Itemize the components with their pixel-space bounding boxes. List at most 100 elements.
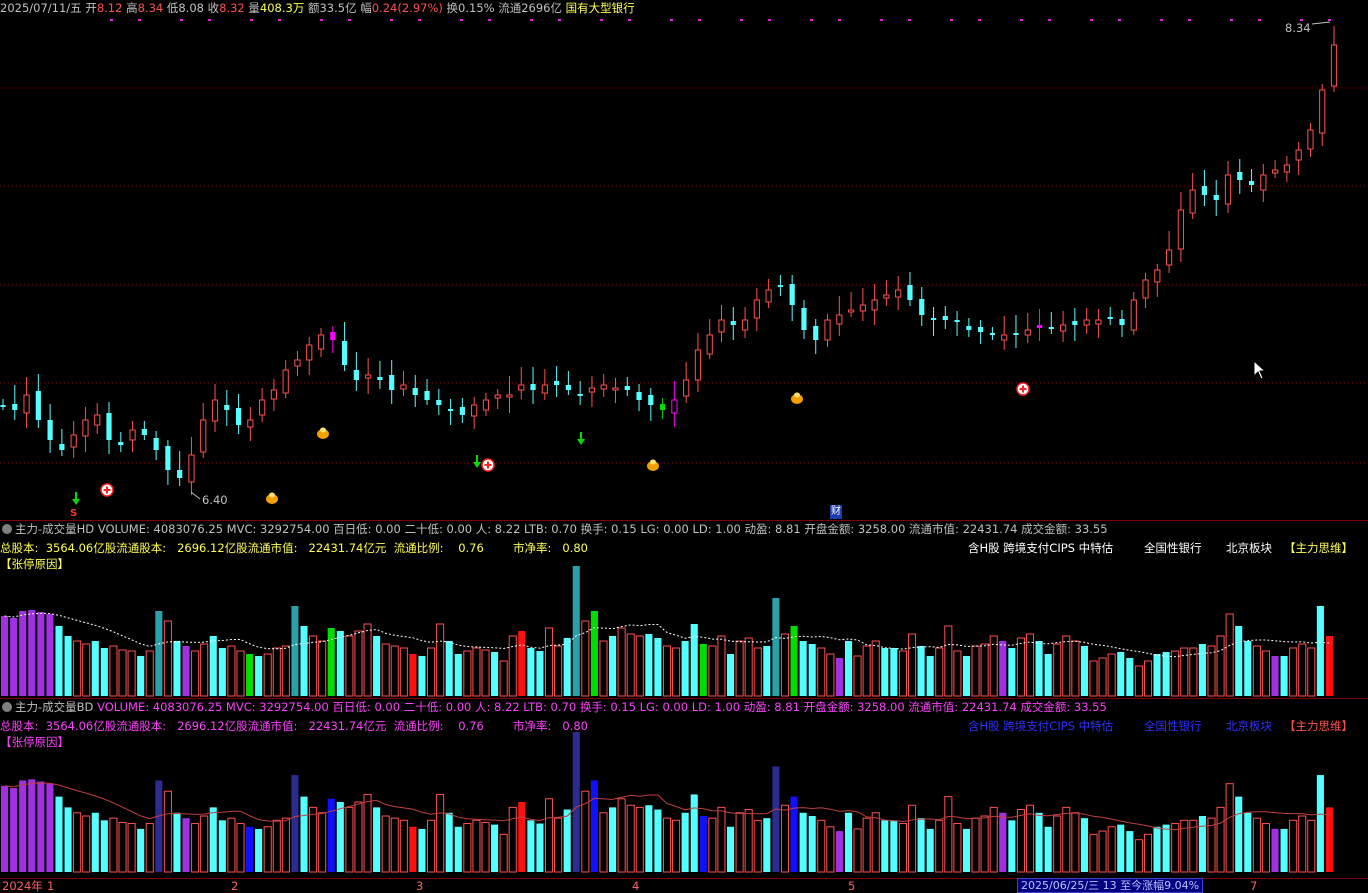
low-price-marker: 6.40 [202, 493, 228, 507]
volume-bar [1062, 806, 1071, 873]
volume-bar [427, 819, 436, 873]
buy-arrow-icon [72, 499, 80, 505]
panel2-header: 主力-成交量BD VOLUME: 4083076.25 MVC: 3292754… [0, 700, 1107, 714]
panel2-tag-concepts[interactable]: 含H股 跨境支付CIPS 中特估 [968, 719, 1113, 733]
volume-bar [962, 656, 971, 696]
candle-body [588, 387, 596, 393]
volume-bar [109, 645, 118, 697]
volume-bar [1071, 812, 1080, 873]
panel1-name[interactable]: 主力-成交量HD [15, 522, 94, 536]
volume-bar [281, 645, 290, 697]
candle-body [94, 414, 101, 426]
candle-body [871, 299, 878, 311]
volume-bar [862, 817, 871, 873]
panel2-tag-beijing[interactable]: 北京板块 [1226, 719, 1272, 733]
candle-body [1083, 319, 1090, 326]
event-s-marker[interactable]: S [70, 507, 77, 521]
kline-chart[interactable] [0, 0, 1368, 892]
candle-body [966, 326, 972, 330]
candle-body [224, 405, 230, 410]
candle-body [530, 384, 536, 390]
candle-body [1260, 174, 1267, 191]
volume-bar [236, 823, 245, 873]
volume-bar [835, 658, 843, 696]
volume-bar [10, 788, 18, 872]
volume-bar [662, 817, 672, 873]
candle-body [907, 285, 913, 300]
low-marker-line [190, 491, 201, 500]
candle-body [1295, 149, 1302, 161]
volume-bar [472, 819, 481, 873]
panel1-tag-beijing[interactable]: 北京板块 [1226, 541, 1272, 555]
candle-body [1319, 89, 1326, 134]
volume-bar [272, 819, 281, 873]
volume-bar [999, 641, 1007, 696]
signal-dot [740, 19, 743, 21]
volume-bar [1162, 824, 1170, 872]
volume-bar [91, 812, 99, 872]
volume-bar [744, 637, 753, 697]
volume-bar [1089, 660, 1098, 697]
volume-bar [518, 802, 526, 872]
candle-body [765, 289, 772, 303]
volume-bar [491, 824, 499, 872]
volume-bar [1044, 826, 1052, 872]
event-finance-marker[interactable]: 财 [830, 505, 842, 519]
volume-bar [155, 780, 163, 872]
volume-bar [572, 732, 580, 872]
volume-bar [109, 817, 118, 873]
candle-body [353, 370, 359, 380]
signal-dot [110, 19, 113, 21]
volume-bar [1025, 804, 1035, 873]
candle-body [1024, 329, 1031, 336]
candle-body [341, 341, 348, 365]
volume-bar [55, 626, 63, 696]
candle-body [259, 399, 266, 416]
volume-bar [281, 817, 290, 873]
candle-body [1095, 319, 1102, 325]
volume-bar [1307, 647, 1316, 697]
volume-bar [28, 610, 36, 696]
volume-bar [971, 817, 980, 873]
volume-bar [409, 654, 417, 696]
candle-body [317, 334, 325, 350]
volume-bar [82, 643, 91, 697]
panel2-toggle-icon[interactable] [2, 702, 12, 712]
volume-bar [499, 833, 508, 873]
volume-bar [436, 793, 445, 873]
volume-bar [200, 643, 209, 697]
panel1-toggle-icon[interactable] [2, 524, 12, 534]
volume-bar [300, 796, 308, 872]
panel2-tag-bank[interactable]: 全国性银行 [1144, 719, 1202, 733]
candle-body [282, 369, 289, 394]
panel1-tag-main[interactable]: 【主力思维】 [1284, 541, 1353, 555]
volume-bar [73, 640, 82, 697]
candle-body [365, 374, 372, 379]
candle-body [294, 359, 301, 367]
volume-bar [363, 623, 372, 697]
panel1-stats: VOLUME: 4083076.25 MVC: 3292754.00 百日低: … [97, 522, 1108, 536]
candle-body [660, 404, 666, 410]
panel1-tag-bank[interactable]: 全国性银行 [1144, 541, 1202, 555]
buy-arrow-icon [473, 462, 481, 468]
panel1-tag-concepts[interactable]: 含H股 跨境支付CIPS 中特估 [968, 541, 1113, 555]
volume-bar [826, 653, 835, 697]
volume-bar [209, 807, 217, 872]
volume-bar [1189, 647, 1198, 697]
panel2-tag-main[interactable]: 【主力思维】 [1284, 719, 1353, 733]
candle-body [989, 333, 996, 335]
candle-body [541, 384, 548, 394]
volume-bar [100, 820, 108, 872]
candle-body [671, 399, 678, 414]
panel2-name[interactable]: 主力-成交量BD [15, 700, 93, 714]
volume-bar [544, 627, 554, 697]
signal-dot [180, 19, 183, 21]
panel1-info: 总股本: 3564.06亿股流通股本: 2696.12亿股流通市值: 22431… [0, 541, 588, 555]
volume-bar [898, 650, 907, 697]
volume-bar [73, 812, 82, 873]
signal-dot [390, 19, 393, 21]
volume-bar [1126, 831, 1134, 872]
signal-dot [1020, 19, 1023, 21]
candle-body [883, 294, 890, 299]
candle-body [153, 438, 159, 450]
